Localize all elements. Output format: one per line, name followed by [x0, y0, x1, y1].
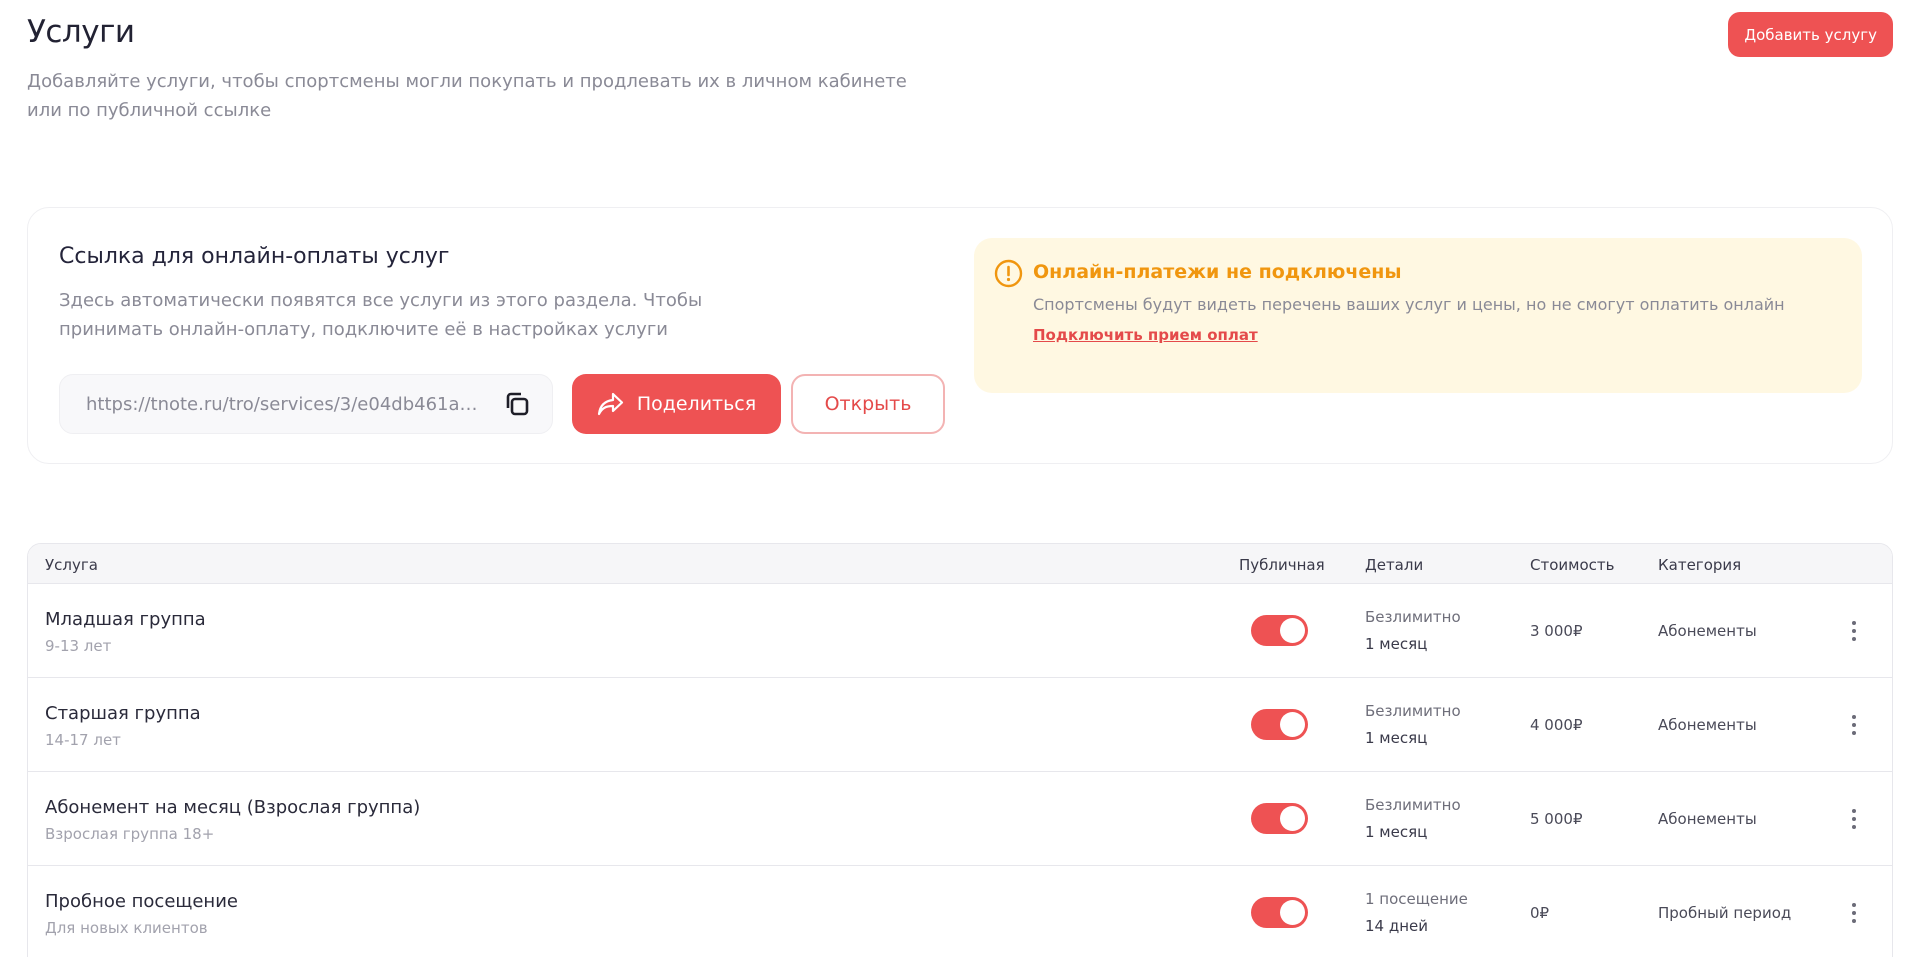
table-row[interactable]: Пробное посещение Для новых клиентов 1 п…: [28, 866, 1892, 957]
share-button[interactable]: Поделиться: [572, 374, 781, 434]
service-name: Абонемент на месяц (Взрослая группа): [45, 797, 421, 818]
service-detail-duration: 1 месяц: [1365, 823, 1428, 841]
more-options-icon[interactable]: [1843, 901, 1865, 925]
service-category: Пробный период: [1658, 904, 1792, 922]
column-public: Публичная: [1239, 556, 1325, 574]
column-details: Детали: [1365, 556, 1424, 574]
service-detail-visits: 1 посещение: [1365, 890, 1468, 908]
service-subtitle: Для новых клиентов: [45, 919, 208, 937]
service-name: Старшая группа: [45, 703, 201, 724]
add-service-button[interactable]: Добавить услугу: [1728, 12, 1893, 57]
service-category: Абонементы: [1658, 716, 1757, 734]
share-button-label: Поделиться: [636, 393, 757, 415]
table-header: Услуга Публичная Детали Стоимость Катего…: [28, 544, 1892, 584]
column-category: Категория: [1658, 556, 1742, 574]
service-price: 0₽: [1530, 904, 1550, 922]
service-detail-visits: Безлимитно: [1365, 702, 1461, 720]
page-subtitle: Добавляйте услуги, чтобы спортсмены могл…: [27, 71, 907, 121]
column-price: Стоимость: [1530, 556, 1615, 574]
more-options-icon[interactable]: [1843, 713, 1865, 737]
page-header: Услуги Добавляйте услуги, чтобы спортсме…: [27, 12, 1893, 134]
service-subtitle: 9-13 лет: [45, 637, 112, 655]
service-detail-visits: Безлимитно: [1365, 608, 1461, 626]
service-category: Абонементы: [1658, 810, 1757, 828]
table-row[interactable]: Младшая группа 9-13 лет Безлимитно 1 мес…: [28, 584, 1892, 678]
payments-warning: Онлайн-платежи не подключены Спортсмены …: [974, 238, 1862, 393]
service-name: Пробное посещение: [45, 891, 238, 912]
connect-payments-link[interactable]: Подключить прием оплат: [1033, 326, 1258, 344]
public-toggle[interactable]: [1251, 709, 1308, 740]
warning-icon: [994, 259, 1023, 288]
page-title: Услуги: [27, 14, 135, 50]
public-toggle[interactable]: [1251, 803, 1308, 834]
service-detail-visits: Безлимитно: [1365, 796, 1461, 814]
more-options-icon[interactable]: [1843, 619, 1865, 643]
service-price: 3 000₽: [1530, 622, 1583, 640]
service-detail-duration: 1 месяц: [1365, 635, 1428, 653]
table-row[interactable]: Старшая группа 14-17 лет Безлимитно 1 ме…: [28, 678, 1892, 772]
payment-url-field[interactable]: https://tnote.ru/tro/services/3/e04db461…: [59, 374, 553, 434]
services-table: Услуга Публичная Детали Стоимость Катего…: [27, 543, 1893, 957]
warning-title: Онлайн-платежи не подключены: [1033, 261, 1402, 283]
service-subtitle: 14-17 лет: [45, 731, 121, 749]
public-toggle[interactable]: [1251, 897, 1308, 928]
share-icon: [597, 392, 623, 416]
service-subtitle: Взрослая группа 18+: [45, 825, 215, 843]
more-options-icon[interactable]: [1843, 807, 1865, 831]
service-detail-duration: 14 дней: [1365, 917, 1429, 935]
service-detail-duration: 1 месяц: [1365, 729, 1428, 747]
table-row[interactable]: Абонемент на месяц (Взрослая группа) Взр…: [28, 772, 1892, 866]
public-toggle[interactable]: [1251, 615, 1308, 646]
service-price: 4 000₽: [1530, 716, 1583, 734]
open-button[interactable]: Открыть: [791, 374, 945, 434]
warning-text: Спортсмены будут видеть перечень ваших у…: [1033, 295, 1785, 314]
service-category: Абонементы: [1658, 622, 1757, 640]
payment-url-text: https://tnote.ru/tro/services/3/e04db461…: [86, 393, 478, 415]
service-name: Младшая группа: [45, 609, 206, 630]
link-card-description: Здесь автоматически появятся все услуги …: [59, 290, 703, 340]
copy-icon[interactable]: [502, 389, 532, 419]
payment-link-card: Ссылка для онлайн-оплаты услуг Здесь авт…: [27, 207, 1893, 464]
service-price: 5 000₽: [1530, 810, 1583, 828]
column-service: Услуга: [45, 556, 98, 574]
link-card-title: Ссылка для онлайн-оплаты услуг: [59, 244, 450, 269]
